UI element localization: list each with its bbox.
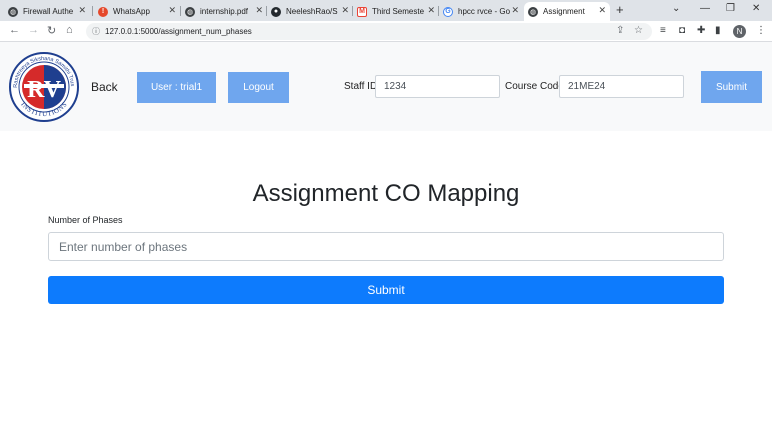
- forward-arrow-icon[interactable]: →: [28, 24, 39, 36]
- close-window-icon[interactable]: ✕: [752, 3, 760, 14]
- close-icon[interactable]: ✕: [168, 5, 176, 16]
- url-text[interactable]: 127.0.0.1:5000/assignment_num_phases: [105, 27, 252, 36]
- globe-icon: ◍: [528, 6, 538, 17]
- browser-tab[interactable]: ◍ internship.pdf ✕: [181, 2, 267, 21]
- rv-logo: RV Rashtreeya Sikshana Samithi Trust INS…: [8, 51, 79, 122]
- restore-icon[interactable]: ❐: [726, 3, 735, 14]
- browser-tab-strip: ◍ Firewall Authe ✕ ! WhatsApp ✕ ◍ intern…: [0, 0, 772, 21]
- info-icon[interactable]: ⓘ: [92, 26, 100, 37]
- whatsapp-alert-icon: !: [98, 6, 108, 17]
- tab-label: WhatsApp: [113, 7, 150, 16]
- avatar[interactable]: N: [733, 25, 746, 38]
- puzzle-icon[interactable]: ✚: [697, 25, 705, 36]
- submit-button[interactable]: Submit: [48, 276, 724, 304]
- globe-icon: ◍: [185, 6, 195, 17]
- share-icon[interactable]: ⇪: [616, 25, 624, 36]
- logo-letters: RV: [27, 77, 61, 103]
- reload-icon[interactable]: ↻: [47, 24, 56, 37]
- course-code-field[interactable]: 21ME24: [559, 75, 684, 98]
- tab-label: Third Semeste: [372, 7, 425, 16]
- globe-icon: ◍: [8, 6, 18, 17]
- gmail-icon: M: [357, 6, 367, 17]
- header-submit-button[interactable]: Submit: [701, 71, 762, 103]
- browser-tab[interactable]: G hpcc rvce - Go ✕: [439, 2, 523, 21]
- back-arrow-icon[interactable]: ←: [9, 24, 20, 36]
- close-icon[interactable]: ✕: [341, 5, 349, 16]
- close-icon[interactable]: ✕: [255, 5, 263, 16]
- sidebar-icon[interactable]: ▮: [715, 25, 721, 36]
- phases-label: Number of Phases: [48, 215, 123, 225]
- logout-button[interactable]: Logout: [228, 72, 289, 103]
- browser-tab-active[interactable]: ◍ Assignment ✕: [524, 2, 610, 21]
- minimize-icon[interactable]: —: [700, 3, 710, 14]
- new-tab-button[interactable]: +: [616, 2, 624, 17]
- github-icon: ●: [271, 6, 281, 17]
- extension-icon[interactable]: ◘: [679, 25, 685, 36]
- menu-kebab-icon[interactable]: ⋮: [756, 25, 766, 36]
- user-button[interactable]: User : trial1: [137, 72, 216, 103]
- extension-list-icon[interactable]: ≡: [660, 25, 666, 36]
- tab-label: NeeleshRao/S: [286, 7, 338, 16]
- close-icon[interactable]: ✕: [511, 5, 519, 16]
- tab-label: hpcc rvce - Go: [458, 7, 511, 16]
- browser-tab[interactable]: M Third Semeste ✕: [353, 2, 439, 21]
- browser-tab[interactable]: ● NeeleshRao/S ✕: [267, 2, 353, 21]
- course-code-label: Course Code: [505, 81, 564, 92]
- bookmark-star-icon[interactable]: ☆: [634, 25, 643, 36]
- page-header: RV Rashtreeya Sikshana Samithi Trust INS…: [0, 42, 772, 131]
- phases-input[interactable]: [48, 232, 724, 261]
- browser-tab[interactable]: ! WhatsApp ✕: [94, 2, 180, 21]
- staff-id-field[interactable]: 1234: [375, 75, 500, 98]
- close-icon[interactable]: ✕: [598, 5, 606, 16]
- browser-toolbar: ← → ↻ ⌂ ⓘ 127.0.0.1:5000/assignment_num_…: [0, 21, 772, 42]
- browser-tab[interactable]: ◍ Firewall Authe ✕: [4, 2, 90, 21]
- google-icon: G: [443, 6, 453, 17]
- close-icon[interactable]: ✕: [78, 5, 86, 16]
- home-icon[interactable]: ⌂: [66, 24, 73, 36]
- staff-id-label: Staff ID: [344, 81, 378, 92]
- address-bar[interactable]: ⓘ 127.0.0.1:5000/assignment_num_phases ⇪…: [86, 23, 652, 40]
- tab-search-icon[interactable]: ⌄: [672, 3, 680, 14]
- tab-label: internship.pdf: [200, 7, 249, 16]
- close-icon[interactable]: ✕: [427, 5, 435, 16]
- tab-label: Firewall Authe: [23, 7, 74, 16]
- back-link[interactable]: Back: [91, 80, 118, 94]
- tab-label: Assignment: [543, 7, 585, 16]
- page-title: Assignment CO Mapping: [252, 180, 520, 207]
